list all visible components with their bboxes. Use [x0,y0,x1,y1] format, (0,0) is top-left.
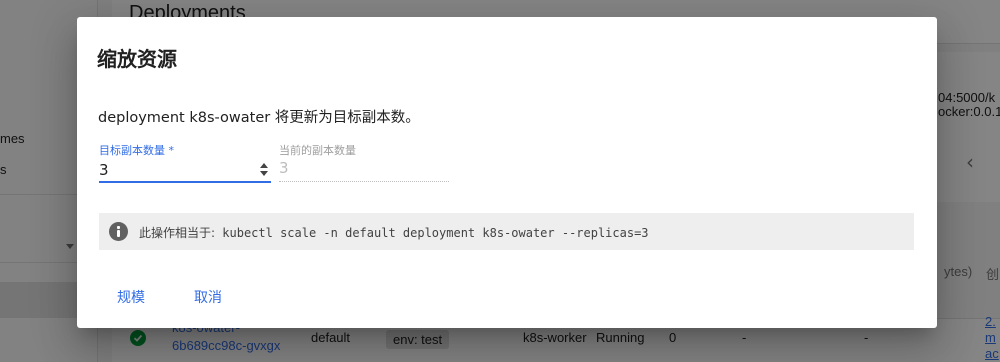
number-spinner[interactable] [259,163,269,177]
dialog-message: deployment k8s-owater 将更新为目标副本数。 [98,110,420,126]
command-text: kubectl scale -n default deployment k8s-… [222,226,649,240]
spinner-down-icon[interactable] [260,171,268,176]
input-underline [279,181,449,182]
target-replicas-input[interactable] [99,159,271,181]
equivalent-command: 此操作相当于: kubectl scale -n default deploym… [139,224,649,241]
scale-resource-dialog: 缩放资源 deployment k8s-owater 将更新为目标副本数。 目标… [77,17,937,328]
cancel-button[interactable]: 取消 [188,283,228,311]
dialog-title: 缩放资源 [97,47,177,71]
equivalent-command-box: 此操作相当于: kubectl scale -n default deploym… [99,213,914,250]
current-replicas-label: 当前的副本数量 [279,144,356,157]
target-replicas-field: 目标副本数量 * [99,139,271,183]
info-icon [109,222,128,241]
current-replicas-value: 3 [279,159,289,177]
current-replicas-field: 当前的副本数量 3 [279,139,449,183]
scale-button[interactable]: 规模 [111,283,151,311]
input-underline [99,181,271,183]
spinner-up-icon[interactable] [260,163,268,168]
target-replicas-label: 目标副本数量 * [99,144,174,157]
command-prefix: 此操作相当于: [139,226,216,240]
